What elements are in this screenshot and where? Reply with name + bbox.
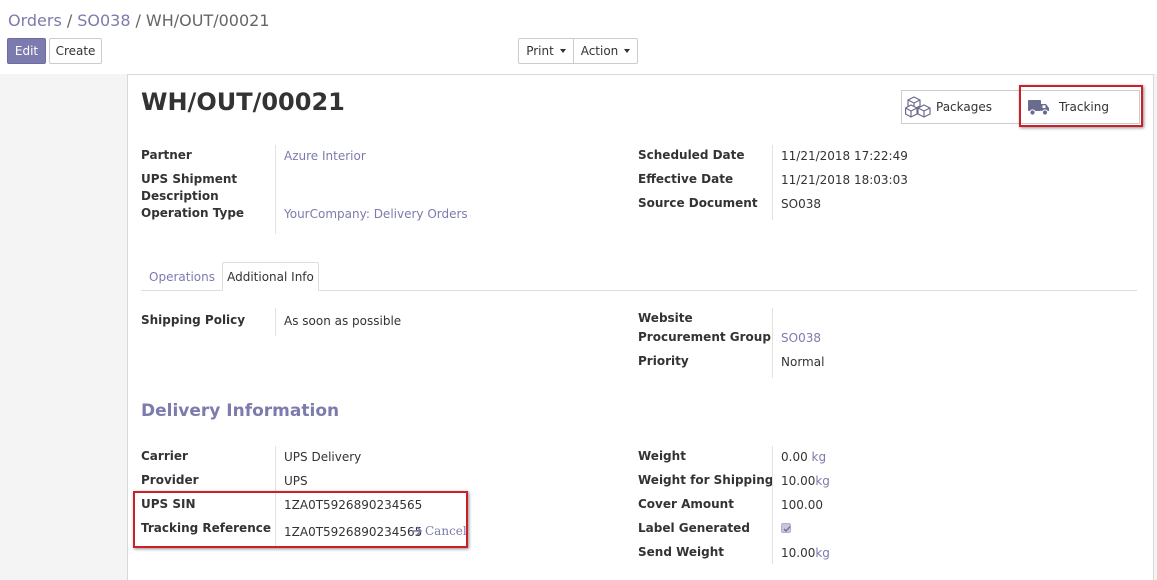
ups-sin-value: 1ZA0T5926890234565 — [284, 498, 423, 512]
tracking-reference-value: 1ZA0T5926890234565 — [284, 525, 423, 539]
provider-label: Provider — [141, 473, 199, 487]
field-divider — [275, 145, 276, 234]
carrier-label: Carrier — [141, 449, 188, 463]
send-weight-value: 10.00kg — [781, 545, 830, 562]
action-dropdown[interactable]: Action — [573, 38, 638, 64]
weight-value: 0.00 kg — [781, 449, 826, 466]
field-divider — [275, 446, 276, 546]
weight-for-shipping-label: Weight for Shipping — [638, 473, 774, 487]
scheduled-date-value: 11/21/2018 17:22:49 — [781, 149, 908, 163]
send-weight-label: Send Weight — [638, 545, 725, 559]
edit-button[interactable]: Edit — [7, 38, 46, 64]
procurement-group-value[interactable]: SO038 — [781, 330, 821, 347]
ups-sin-label: UPS SIN — [141, 497, 196, 511]
weight-unit: kg — [811, 450, 827, 464]
ups-shipment-description-label-line2: Description — [141, 189, 219, 203]
breadcrumb-separator: / — [66, 11, 73, 30]
cancel-shipment-link[interactable]: Cancel — [411, 524, 467, 538]
breadcrumb-orders[interactable]: Orders — [8, 11, 62, 30]
tracking-label: Tracking — [1059, 100, 1109, 114]
cancel-label: Cancel — [425, 524, 467, 538]
source-document-label: Source Document — [638, 196, 758, 210]
field-divider — [772, 145, 773, 220]
effective-date-label: Effective Date — [638, 172, 734, 186]
breadcrumb-current: WH/OUT/00021 — [145, 11, 270, 30]
procurement-group-label: Procurement Group — [638, 330, 771, 344]
breadcrumb: Orders / SO038/WH/OUT/00021 — [8, 11, 270, 30]
breadcrumb-so038[interactable]: SO038 — [77, 11, 130, 30]
cover-amount-value: 100.00 — [781, 498, 823, 512]
provider-value: UPS — [284, 474, 308, 488]
print-label: Print — [526, 44, 554, 58]
partner-value[interactable]: Azure Interior — [284, 148, 366, 165]
tracking-button[interactable]: Tracking — [1020, 90, 1140, 124]
check-icon — [783, 526, 791, 532]
operation-type-value[interactable]: YourCompany: Delivery Orders — [284, 206, 468, 223]
record-title: WH/OUT/00021 — [141, 88, 345, 116]
website-label: Website — [638, 311, 693, 325]
field-divider — [772, 308, 773, 378]
effective-date-value: 11/21/2018 18:03:03 — [781, 173, 908, 187]
weight-label: Weight — [638, 449, 686, 463]
priority-label: Priority — [638, 354, 689, 368]
weight-for-shipping-number: 10.00 — [781, 474, 816, 488]
shipping-policy-label: Shipping Policy — [141, 313, 246, 327]
weight-for-shipping-unit: kg — [815, 474, 830, 488]
tab-additional-info[interactable]: Additional Info — [222, 262, 319, 291]
send-weight-unit: kg — [815, 546, 830, 560]
label-generated-checkbox — [781, 523, 791, 533]
packages-button[interactable]: Packages — [901, 90, 1021, 124]
tracking-reference-label: Tracking Reference — [141, 521, 271, 535]
field-divider — [772, 446, 773, 564]
weight-number: 0.00 — [781, 450, 808, 464]
action-label: Action — [580, 44, 619, 58]
ups-shipment-description-label-line1: UPS Shipment — [141, 172, 238, 186]
priority-value: Normal — [781, 355, 825, 369]
carrier-value[interactable]: UPS Delivery — [284, 449, 361, 466]
breadcrumb-separator: / — [135, 11, 141, 30]
partner-label: Partner — [141, 148, 192, 162]
source-document-value: SO038 — [781, 197, 821, 211]
caret-down-icon — [559, 49, 566, 53]
operation-type-label: Operation Type — [141, 206, 245, 220]
cubes-icon — [905, 96, 933, 118]
delivery-information-heading: Delivery Information — [141, 401, 340, 421]
weight-for-shipping-value: 10.00kg — [781, 473, 830, 490]
arrow-right-icon — [411, 526, 423, 536]
field-divider — [275, 308, 276, 336]
tab-operations[interactable]: Operations — [142, 262, 222, 291]
send-weight-number: 10.00 — [781, 546, 816, 560]
truck-icon — [1028, 99, 1050, 116]
print-dropdown[interactable]: Print — [518, 38, 574, 64]
shipping-policy-value[interactable]: As soon as possible — [284, 313, 401, 330]
label-generated-label: Label Generated — [638, 521, 750, 535]
form-background-left — [0, 74, 127, 580]
packages-label: Packages — [936, 100, 992, 114]
scheduled-date-label: Scheduled Date — [638, 148, 745, 162]
create-button[interactable]: Create — [49, 38, 102, 64]
caret-down-icon — [624, 49, 631, 53]
cover-amount-label: Cover Amount — [638, 497, 734, 511]
